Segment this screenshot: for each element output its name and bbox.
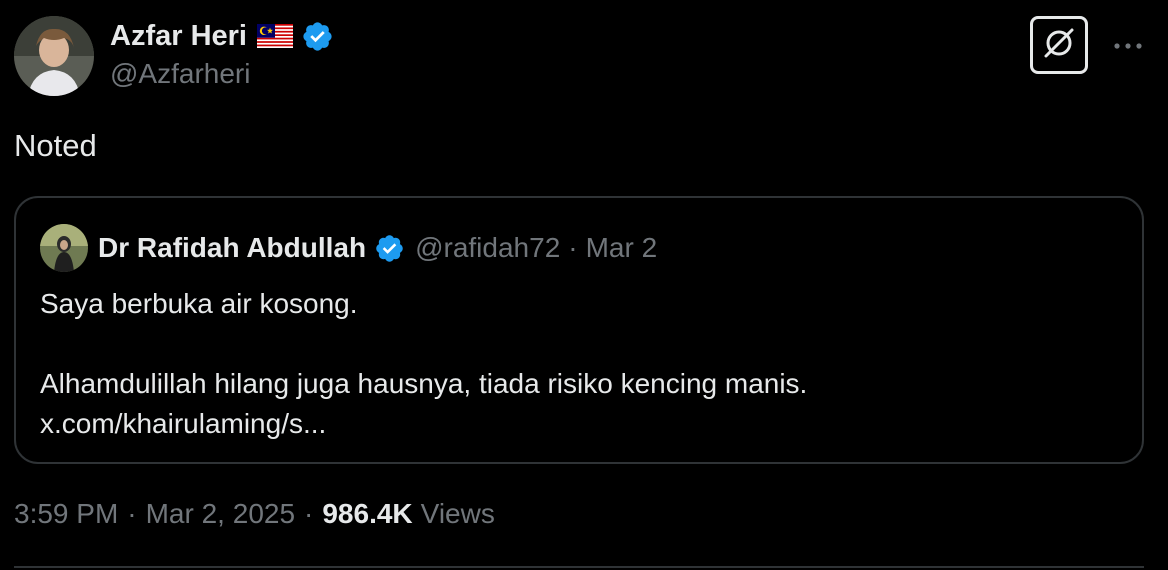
author-display-name[interactable]: Azfar Heri xyxy=(110,20,247,53)
tweet-detail: Azfar Heri @Azfarheri Noted Dr Rafidah A… xyxy=(0,0,1168,570)
views-count: 986.4K xyxy=(322,498,413,529)
more-dots-icon xyxy=(1113,37,1143,55)
tweet-date[interactable]: Mar 2, 2025 xyxy=(146,498,295,530)
quoted-tweet-body: Saya berbuka air kosong. Alhamdulillah h… xyxy=(40,284,807,444)
verified-badge-icon xyxy=(301,20,334,53)
divider xyxy=(14,566,1144,568)
quoted-text-line: Alhamdulillah hilang juga hausnya, tiada… xyxy=(40,368,808,399)
quoted-date[interactable]: Mar 2 xyxy=(586,232,658,264)
grok-button[interactable] xyxy=(1030,16,1088,74)
author-avatar[interactable] xyxy=(14,16,94,96)
views-label: Views xyxy=(420,498,495,529)
tweet-text: Noted xyxy=(14,128,97,163)
tweet-time[interactable]: 3:59 PM xyxy=(14,498,118,530)
quoted-link[interactable]: x.com/khairulaming/s... xyxy=(40,404,807,444)
quoted-author-name[interactable]: Dr Rafidah Abdullah xyxy=(98,232,366,264)
quoted-author-handle[interactable]: @rafidah72 xyxy=(415,232,560,264)
meta-separator: · xyxy=(304,498,314,529)
quoted-tweet-header: Dr Rafidah Abdullah @rafidah72 · Mar 2 xyxy=(40,224,657,272)
tweet-metadata: 3:59 PM · Mar 2, 2025 · 986.4K Views xyxy=(14,498,495,530)
meta-separator: · xyxy=(127,498,137,529)
grok-icon xyxy=(1041,25,1077,66)
quoted-text-line: Saya berbuka air kosong. xyxy=(40,288,358,319)
author-handle[interactable]: @Azfarheri xyxy=(110,58,250,90)
quoted-author-avatar[interactable] xyxy=(40,224,88,272)
author-name-row: Azfar Heri xyxy=(110,16,334,56)
quoted-tweet[interactable]: Dr Rafidah Abdullah @rafidah72 · Mar 2 S… xyxy=(14,196,1144,464)
quoted-verified-badge-icon xyxy=(374,233,405,264)
more-options-button[interactable] xyxy=(1108,28,1148,64)
malaysia-flag-icon xyxy=(257,24,293,48)
quoted-separator: · xyxy=(568,232,578,263)
